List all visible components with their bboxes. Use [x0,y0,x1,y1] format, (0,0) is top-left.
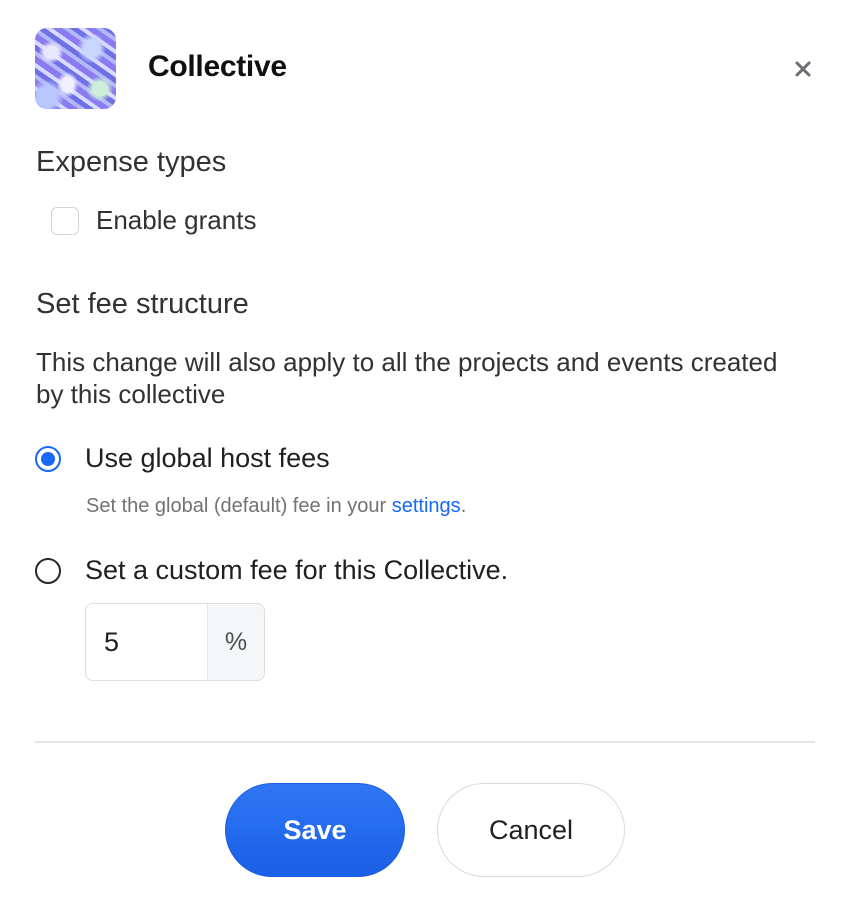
close-button[interactable] [788,54,818,84]
save-button[interactable]: Save [225,783,405,877]
fee-structure-heading: Set fee structure [36,288,249,320]
percent-suffix: % [207,604,264,680]
footer-divider [35,741,815,743]
collective-avatar [35,28,116,109]
helper-prefix: Set the global (default) fee in your [86,495,392,517]
enable-grants-label: Enable grants [96,205,257,235]
cancel-button[interactable]: Cancel [437,783,625,877]
custom-fee-radio[interactable] [35,557,61,584]
global-fee-helper-text: Set the global (default) fee in your set… [86,495,466,518]
expense-types-heading: Expense types [36,146,227,178]
helper-suffix: . [460,495,467,517]
global-host-fees-radio[interactable] [35,445,61,472]
custom-fee-input-group: 5 % [85,603,265,681]
close-icon [795,61,811,77]
custom-fee-option[interactable]: Set a custom fee for this Collective. [35,555,508,586]
modal-title: Collective [148,50,287,83]
global-host-fees-label: Use global host fees [85,443,330,473]
settings-link[interactable]: settings [392,495,461,517]
edit-collective-modal: Collective Expense types Enable grants S… [0,0,850,918]
enable-grants-option[interactable]: Enable grants [51,205,256,236]
custom-fee-input[interactable]: 5 [86,604,207,680]
fee-structure-description: This change will also apply to all the p… [36,347,778,409]
global-host-fees-option[interactable]: Use global host fees [35,443,330,474]
enable-grants-checkbox[interactable] [51,206,79,235]
custom-fee-label: Set a custom fee for this Collective. [85,555,509,585]
